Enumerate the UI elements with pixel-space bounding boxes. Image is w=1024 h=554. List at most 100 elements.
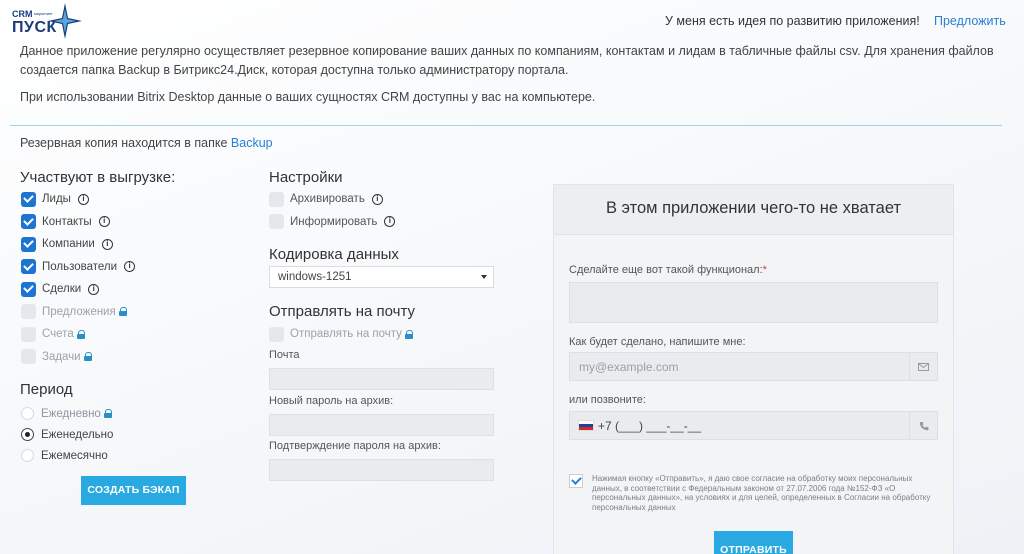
phone-label: или позвоните: xyxy=(569,394,646,406)
checkbox-inform[interactable] xyxy=(269,214,284,230)
setting-archive[interactable]: Архивировать i xyxy=(269,188,395,211)
export-item-label: Предложения xyxy=(42,305,116,318)
settings-list: Архивировать i Информировать i xyxy=(269,188,396,234)
app-logo: CRM маркетинг ПУСК xyxy=(12,3,82,39)
chevron-down-icon xyxy=(481,275,487,279)
period-daily: Ежедневно xyxy=(21,403,113,424)
password-label: Новый пароль на архив: xyxy=(269,395,394,407)
setting-label: Отправлять на почту xyxy=(290,328,402,341)
checkbox-offers xyxy=(21,304,36,320)
lock-icon xyxy=(103,409,113,418)
export-item-label: Сделки xyxy=(42,283,82,296)
lock-icon xyxy=(76,329,86,339)
info-icon[interactable]: i xyxy=(101,238,113,250)
setting-send-mail: Отправлять на почту xyxy=(269,323,414,346)
period-title: Период xyxy=(20,381,73,398)
feature-label: Сделайте еще вот такой функционал:* xyxy=(569,264,767,276)
intro-desktop-paragraph: При использовании Bitrix Desktop данные … xyxy=(20,90,596,104)
email-placeholder: my@example.com xyxy=(579,359,679,374)
settings-title: Настройки xyxy=(269,169,343,186)
consent-text: Нажимая кнопку «Отправить», я даю свое с… xyxy=(592,474,931,512)
checkbox-archive[interactable] xyxy=(269,191,284,207)
setting-label: Архивировать xyxy=(290,193,365,206)
backup-prefix: Резервная копия находится в папке xyxy=(20,136,228,150)
intro-paragraph: Данное приложение регулярно осуществляет… xyxy=(20,44,994,77)
info-icon[interactable]: i xyxy=(124,261,136,273)
info-icon[interactable]: i xyxy=(88,283,100,295)
radio-monthly[interactable] xyxy=(21,449,34,462)
info-icon[interactable]: i xyxy=(371,193,383,205)
period-label: Ежедневно xyxy=(41,407,101,420)
period-weekly[interactable]: Еженедельно xyxy=(21,424,113,445)
submit-button[interactable]: ОТПРАВИТЬ xyxy=(714,531,793,554)
feedback-title: В этом приложении чего-то не хватает xyxy=(605,199,902,217)
radio-daily xyxy=(21,407,34,420)
export-item-leads[interactable]: Лиды i xyxy=(21,188,135,211)
envelope-icon xyxy=(909,353,937,380)
notify-email-input[interactable]: my@example.com xyxy=(569,352,938,381)
setting-inform[interactable]: Информировать i xyxy=(269,211,396,234)
export-item-invoices: Счета xyxy=(21,323,135,346)
checkbox-send-mail xyxy=(269,326,284,342)
export-item-offers: Предложения xyxy=(21,301,135,324)
lock-icon xyxy=(404,329,414,339)
checkbox-invoices xyxy=(21,326,36,342)
divider xyxy=(10,125,1002,126)
email-label: Почта xyxy=(269,349,300,361)
mail-title: Отправлять на почту xyxy=(269,303,415,320)
required-mark: * xyxy=(762,264,767,276)
export-item-users[interactable]: Пользователи i xyxy=(21,256,136,279)
confirm-password-label: Подтверждение пароля на архив: xyxy=(269,440,441,452)
info-icon[interactable]: i xyxy=(98,216,110,228)
period-label: Ежемесячно xyxy=(41,449,108,462)
notify-email-label: Как будет сделано, напишите мне: xyxy=(569,336,746,348)
export-list: Лиды i Контакты i Компании i Пользовател… xyxy=(21,188,136,369)
period-label: Еженедельно xyxy=(41,428,114,441)
info-icon[interactable]: i xyxy=(384,216,396,228)
phone-input[interactable]: +7 (___) ___-__-__ xyxy=(569,411,938,440)
feature-label-text: Сделайте еще вот такой функционал: xyxy=(569,264,763,276)
backup-folder-link[interactable]: Backup xyxy=(231,136,273,150)
checkbox-users[interactable] xyxy=(21,259,36,275)
checkbox-deals[interactable] xyxy=(21,281,36,297)
create-backup-button[interactable]: СОЗДАТЬ БЭКАП xyxy=(81,476,186,505)
password-field[interactable] xyxy=(269,414,494,436)
backup-location: Резервная копия находится в папке Backup xyxy=(20,136,273,150)
export-item-label: Пользователи xyxy=(42,260,118,273)
consent-checkbox[interactable] xyxy=(569,474,583,488)
encoding-select[interactable]: windows-1251 xyxy=(269,266,494,288)
checkbox-contacts[interactable] xyxy=(21,214,36,230)
lock-icon xyxy=(83,352,93,362)
export-item-companies[interactable]: Компании i xyxy=(21,233,135,256)
setting-label: Информировать xyxy=(290,215,378,228)
export-item-label: Лиды xyxy=(42,193,71,206)
radio-weekly[interactable] xyxy=(21,428,34,441)
logo-star-icon xyxy=(48,3,82,39)
export-item-label: Компании xyxy=(42,238,95,251)
info-icon[interactable]: i xyxy=(77,193,89,205)
export-item-label: Счета xyxy=(42,328,74,341)
idea-text: У меня есть идея по развитию приложения! xyxy=(665,14,920,28)
phone-value: +7 (___) ___-__-__ xyxy=(570,419,909,433)
export-item-contacts[interactable]: Контакты i xyxy=(21,211,135,234)
checkbox-companies[interactable] xyxy=(21,236,36,252)
confirm-password-field[interactable] xyxy=(269,459,494,481)
email-field[interactable] xyxy=(269,368,494,390)
lock-icon xyxy=(118,307,128,317)
checkbox-leads[interactable] xyxy=(21,191,36,207)
encoding-value: windows-1251 xyxy=(278,271,352,283)
export-item-label: Контакты xyxy=(42,215,92,228)
suggest-link[interactable]: Предложить xyxy=(934,14,1006,28)
period-monthly[interactable]: Ежемесячно xyxy=(21,445,113,466)
export-item-deals[interactable]: Сделки i xyxy=(21,278,135,301)
encoding-title: Кодировка данных xyxy=(269,246,399,263)
feature-textarea[interactable] xyxy=(569,282,938,323)
export-title: Участвуют в выгрузке: xyxy=(20,169,176,186)
phone-mask: +7 (___) ___-__-__ xyxy=(598,418,702,433)
period-options: Ежедневно Еженедельно Ежемесячно xyxy=(21,403,113,466)
phone-icon xyxy=(909,412,937,439)
logo-crm-text: CRM xyxy=(12,9,33,19)
checkbox-tasks xyxy=(21,349,36,365)
export-item-tasks: Задачи xyxy=(21,346,135,369)
submit-label: ОТПРАВИТЬ xyxy=(720,544,787,554)
